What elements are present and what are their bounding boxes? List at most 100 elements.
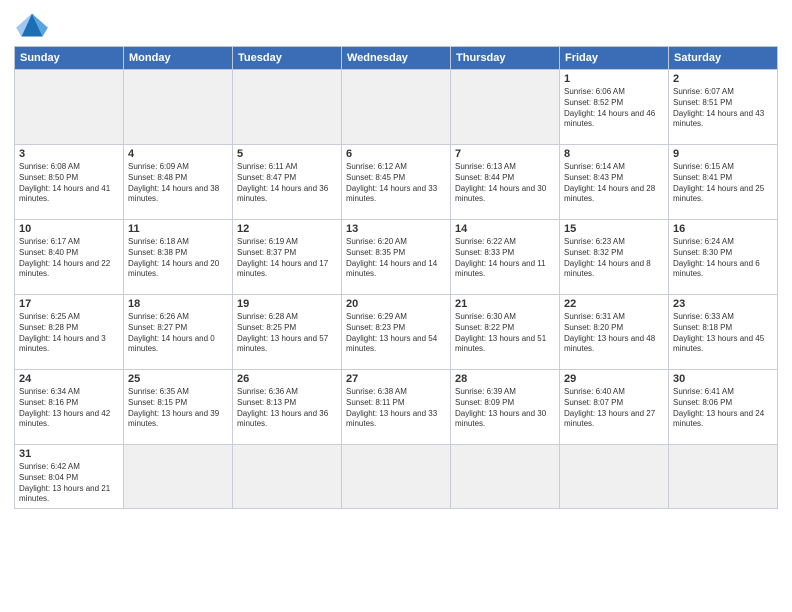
calendar-cell: 11Sunrise: 6:18 AM Sunset: 8:38 PM Dayli… [124, 220, 233, 295]
day-number: 2 [673, 73, 773, 85]
calendar-cell: 23 Sunrise: 6:33 AM Sunset: 8:18 PM Dayli… [669, 295, 778, 370]
calendar-cell: 28 Sunrise: 6:39 AM Sunset: 8:09 PM Dayli… [451, 370, 560, 445]
day-number: 20 [346, 298, 446, 310]
calendar-cell [233, 70, 342, 145]
calendar-page: SundayMondayTuesdayWednesdayThursdayFrid… [0, 0, 792, 612]
day-info: Sunrise: 6:39 AM Sunset: 8:09 PM Dayligh… [455, 387, 555, 430]
day-info: Sunrise: 6:14 AM Sunset: 8:43 PM Dayligh… [564, 162, 664, 205]
calendar-cell [233, 445, 342, 509]
calendar-cell [451, 445, 560, 509]
calendar-cell: 31 Sunrise: 6:42 AM Sunset: 8:04 PM Dayli… [15, 445, 124, 509]
day-number: 4 [128, 148, 228, 160]
day-info: Sunrise: 6:06 AM Sunset: 8:52 PM Dayligh… [564, 87, 664, 130]
calendar-cell: 17 Sunrise: 6:25 AM Sunset: 8:28 PM Dayli… [15, 295, 124, 370]
calendar-cell: 16 Sunrise: 6:24 AM Sunset: 8:30 PM Dayli… [669, 220, 778, 295]
logo [14, 10, 54, 40]
calendar-cell: 6 Sunrise: 6:12 AM Sunset: 8:45 PM Daylig… [342, 145, 451, 220]
day-info: Sunrise: 6:31 AM Sunset: 8:20 PM Dayligh… [564, 312, 664, 355]
day-number: 6 [346, 148, 446, 160]
day-info: Sunrise: 6:22 AM Sunset: 8:33 PM Dayligh… [455, 237, 555, 280]
calendar-cell: 21 Sunrise: 6:30 AM Sunset: 8:22 PM Dayli… [451, 295, 560, 370]
day-number: 13 [346, 223, 446, 235]
day-info: Sunrise: 6:11 AM Sunset: 8:47 PM Dayligh… [237, 162, 337, 205]
day-info: Sunrise: 6:07 AM Sunset: 8:51 PM Dayligh… [673, 87, 773, 130]
day-number: 28 [455, 373, 555, 385]
col-header-saturday: Saturday [669, 47, 778, 70]
calendar-cell: 24 Sunrise: 6:34 AM Sunset: 8:16 PM Dayli… [15, 370, 124, 445]
calendar-cell [451, 70, 560, 145]
day-info: Sunrise: 6:15 AM Sunset: 8:41 PM Dayligh… [673, 162, 773, 205]
day-number: 25 [128, 373, 228, 385]
day-info: Sunrise: 6:38 AM Sunset: 8:11 PM Dayligh… [346, 387, 446, 430]
day-number: 3 [19, 148, 119, 160]
day-number: 27 [346, 373, 446, 385]
day-number: 19 [237, 298, 337, 310]
day-number: 22 [564, 298, 664, 310]
day-number: 17 [19, 298, 119, 310]
calendar-cell: 26 Sunrise: 6:36 AM Sunset: 8:13 PM Dayli… [233, 370, 342, 445]
calendar-cell [124, 70, 233, 145]
day-number: 14 [455, 223, 555, 235]
calendar-cell: 7 Sunrise: 6:13 AM Sunset: 8:44 PM Daylig… [451, 145, 560, 220]
calendar-table: SundayMondayTuesdayWednesdayThursdayFrid… [14, 46, 778, 509]
day-info: Sunrise: 6:25 AM Sunset: 8:28 PM Dayligh… [19, 312, 119, 355]
day-info: Sunrise: 6:19 AM Sunset: 8:37 PM Dayligh… [237, 237, 337, 280]
day-number: 31 [19, 448, 119, 460]
day-number: 24 [19, 373, 119, 385]
day-number: 11 [128, 223, 228, 235]
calendar-cell: 5 Sunrise: 6:11 AM Sunset: 8:47 PM Daylig… [233, 145, 342, 220]
day-number: 5 [237, 148, 337, 160]
calendar-cell: 13 Sunrise: 6:20 AM Sunset: 8:35 PM Dayli… [342, 220, 451, 295]
day-number: 26 [237, 373, 337, 385]
day-info: Sunrise: 6:17 AM Sunset: 8:40 PM Dayligh… [19, 237, 119, 280]
day-number: 23 [673, 298, 773, 310]
day-info: Sunrise: 6:36 AM Sunset: 8:13 PM Dayligh… [237, 387, 337, 430]
calendar-cell: 25 Sunrise: 6:35 AM Sunset: 8:15 PM Dayli… [124, 370, 233, 445]
calendar-cell: 4 Sunrise: 6:09 AM Sunset: 8:48 PM Daylig… [124, 145, 233, 220]
calendar-cell: 18Sunrise: 6:26 AM Sunset: 8:27 PM Dayli… [124, 295, 233, 370]
day-number: 30 [673, 373, 773, 385]
calendar-cell: 27 Sunrise: 6:38 AM Sunset: 8:11 PM Dayli… [342, 370, 451, 445]
day-info: Sunrise: 6:34 AM Sunset: 8:16 PM Dayligh… [19, 387, 119, 430]
col-header-sunday: Sunday [15, 47, 124, 70]
day-info: Sunrise: 6:08 AM Sunset: 8:50 PM Dayligh… [19, 162, 119, 205]
day-info: Sunrise: 6:29 AM Sunset: 8:23 PM Dayligh… [346, 312, 446, 355]
day-number: 12 [237, 223, 337, 235]
day-info: Sunrise: 6:13 AM Sunset: 8:44 PM Dayligh… [455, 162, 555, 205]
calendar-cell: 8 Sunrise: 6:14 AM Sunset: 8:43 PM Daylig… [560, 145, 669, 220]
day-number: 7 [455, 148, 555, 160]
day-info: Sunrise: 6:09 AM Sunset: 8:48 PM Dayligh… [128, 162, 228, 205]
day-info: Sunrise: 6:41 AM Sunset: 8:06 PM Dayligh… [673, 387, 773, 430]
col-header-monday: Monday [124, 47, 233, 70]
day-number: 15 [564, 223, 664, 235]
day-info: Sunrise: 6:28 AM Sunset: 8:25 PM Dayligh… [237, 312, 337, 355]
calendar-cell [560, 445, 669, 509]
calendar-cell [342, 445, 451, 509]
day-number: 8 [564, 148, 664, 160]
calendar-cell: 14 Sunrise: 6:22 AM Sunset: 8:33 PM Dayli… [451, 220, 560, 295]
calendar-cell: 20 Sunrise: 6:29 AM Sunset: 8:23 PM Dayli… [342, 295, 451, 370]
day-info: Sunrise: 6:12 AM Sunset: 8:45 PM Dayligh… [346, 162, 446, 205]
day-info: Sunrise: 6:24 AM Sunset: 8:30 PM Dayligh… [673, 237, 773, 280]
calendar-cell: 19 Sunrise: 6:28 AM Sunset: 8:25 PM Dayli… [233, 295, 342, 370]
day-number: 18 [128, 298, 228, 310]
day-number: 10 [19, 223, 119, 235]
calendar-cell: 1Sunrise: 6:06 AM Sunset: 8:52 PM Daylig… [560, 70, 669, 145]
col-header-wednesday: Wednesday [342, 47, 451, 70]
day-info: Sunrise: 6:33 AM Sunset: 8:18 PM Dayligh… [673, 312, 773, 355]
day-info: Sunrise: 6:42 AM Sunset: 8:04 PM Dayligh… [19, 462, 119, 505]
calendar-cell: 15 Sunrise: 6:23 AM Sunset: 8:32 PM Dayli… [560, 220, 669, 295]
day-info: Sunrise: 6:35 AM Sunset: 8:15 PM Dayligh… [128, 387, 228, 430]
day-info: Sunrise: 6:30 AM Sunset: 8:22 PM Dayligh… [455, 312, 555, 355]
day-number: 16 [673, 223, 773, 235]
day-number: 9 [673, 148, 773, 160]
day-info: Sunrise: 6:23 AM Sunset: 8:32 PM Dayligh… [564, 237, 664, 280]
day-number: 21 [455, 298, 555, 310]
calendar-cell: 12 Sunrise: 6:19 AM Sunset: 8:37 PM Dayli… [233, 220, 342, 295]
calendar-cell: 22 Sunrise: 6:31 AM Sunset: 8:20 PM Dayli… [560, 295, 669, 370]
calendar-cell [342, 70, 451, 145]
calendar-cell: 9 Sunrise: 6:15 AM Sunset: 8:41 PM Daylig… [669, 145, 778, 220]
day-info: Sunrise: 6:20 AM Sunset: 8:35 PM Dayligh… [346, 237, 446, 280]
calendar-cell: 30 Sunrise: 6:41 AM Sunset: 8:06 PM Dayli… [669, 370, 778, 445]
logo-icon [14, 10, 50, 40]
